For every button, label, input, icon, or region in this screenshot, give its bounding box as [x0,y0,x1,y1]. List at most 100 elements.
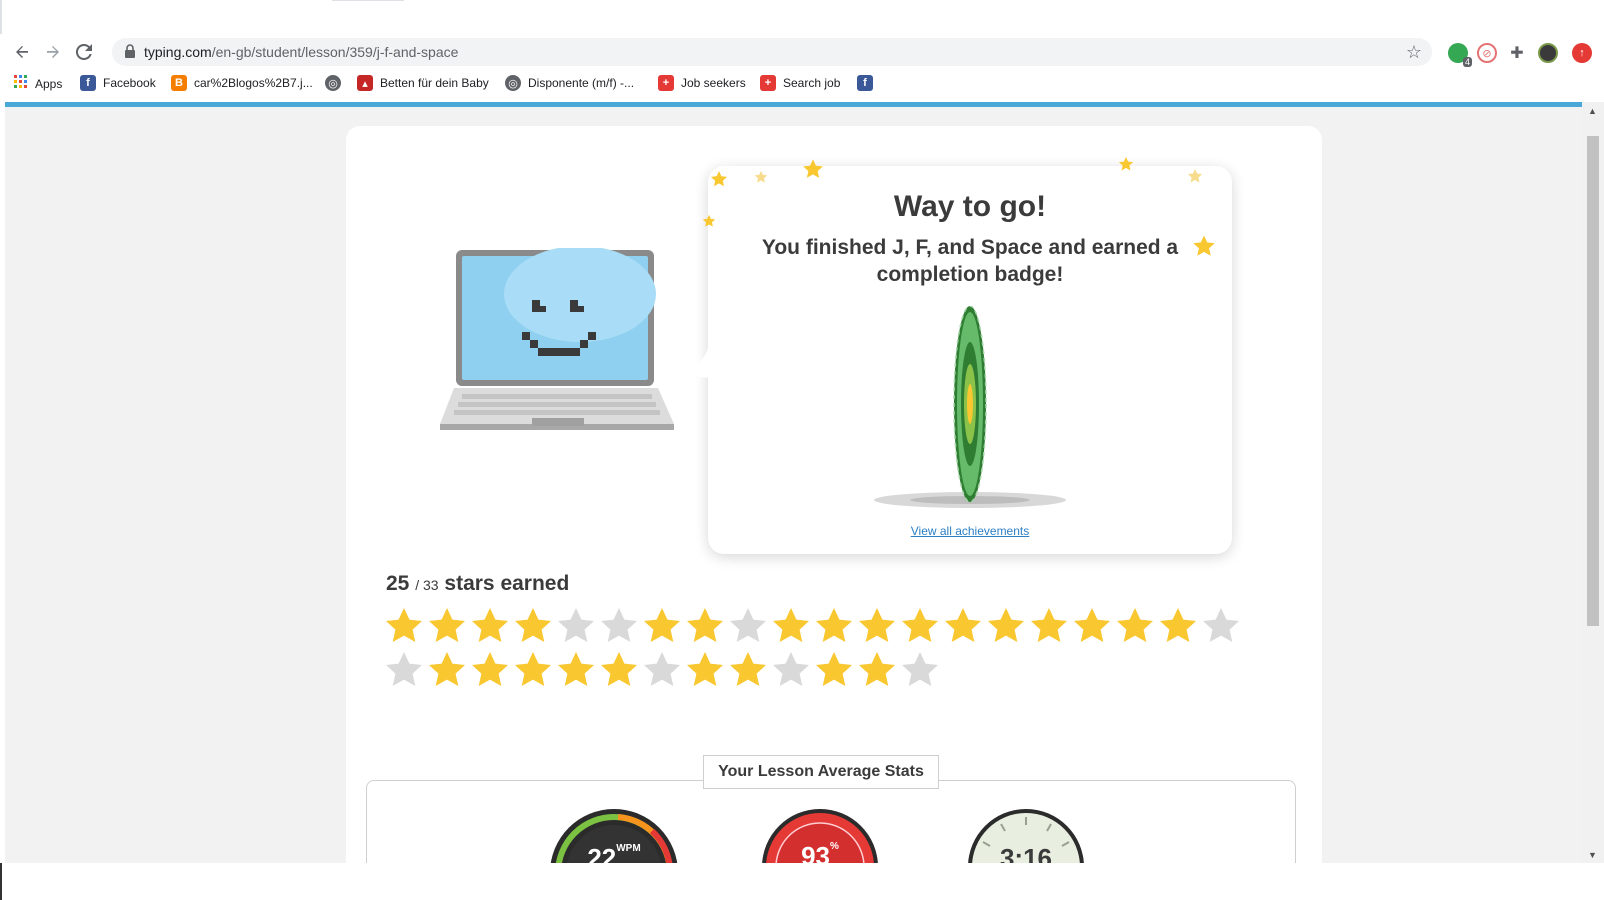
unearned-star-icon [601,608,637,642]
lock-icon[interactable] [124,44,136,63]
bookmark-disponente[interactable]: ◎ Disponente (m/f) -... [505,75,634,91]
time-gauge: 3:16 [966,807,1086,863]
bubble-tail [674,334,710,378]
scrollbar-thumb[interactable] [1587,136,1599,626]
decorative-star-icon [710,171,728,187]
unearned-star-icon [1203,608,1239,642]
earned-star-icon [1160,608,1196,642]
bookmark-star-icon[interactable]: ☆ [1406,42,1422,63]
scroll-down-icon[interactable]: ▼ [1588,850,1597,860]
scroll-up-icon[interactable]: ▲ [1588,106,1597,116]
accuracy-gauge: 93% [760,807,880,863]
active-tab[interactable] [332,0,404,34]
wpm-number: 22 [587,843,617,863]
stars-earned-label: stars earned [444,572,570,595]
earned-star-icon [558,652,594,686]
url-text[interactable]: typing.com/en-gb/student/lesson/359/j-f-… [144,44,458,60]
bookmark-apps[interactable]: Apps [14,75,62,92]
bookmark-label: Betten für dein Baby [380,76,489,90]
bookmark-facebook-2[interactable]: f [857,75,873,91]
bookmarks-bar: Apps f Facebook B car%2Blogos%2B7.j... ◎… [0,68,1604,100]
earned-star-icon [601,652,637,686]
earned-star-icon [859,652,895,686]
extension-badge-count: 4 [1462,57,1472,67]
earned-star-icon [687,608,723,642]
site-icon: ▴ [357,75,373,91]
view-all-achievements-link[interactable]: View all achievements [708,524,1232,538]
time-value: 3:16 [999,843,1053,863]
decorative-star-icon [1187,169,1203,183]
bookmark-blogger[interactable]: B car%2Blogos%2B7.j... [171,75,313,91]
profile-avatar[interactable] [1538,43,1558,63]
bookmark-search-job[interactable]: + Search job [760,75,840,91]
blocker-extension-icon[interactable]: ⊘ [1477,43,1497,63]
earned-star-icon [945,608,981,642]
globe-icon: ◎ [505,75,521,91]
earned-star-icon [1117,608,1153,642]
stats-title: Your Lesson Average Stats [703,755,939,789]
earned-star-icon [472,608,508,642]
window-bottom-edge [0,863,1604,900]
bookmark-label: car%2Blogos%2B7.j... [194,76,313,90]
earned-star-icon [644,608,680,642]
earned-star-icon [687,652,723,686]
completion-badge-icon [874,306,1066,508]
facebook-icon: f [857,75,873,91]
reload-icon[interactable] [72,40,96,64]
unearned-star-icon [386,652,422,686]
address-bar[interactable]: typing.com/en-gb/student/lesson/359/j-f-… [112,38,1432,66]
laptop-mascot-icon [440,248,674,430]
earned-star-icon [1074,608,1110,642]
bookmark-label: Search job [783,76,841,90]
earned-star-icon [773,608,809,642]
wpm-unit: WPM [616,843,641,854]
bookmark-facebook[interactable]: f Facebook [80,75,156,91]
window-edge [0,863,2,900]
page-scrollbar[interactable]: ▲ ▼ [1582,102,1604,863]
earned-star-icon [1031,608,1067,642]
apps-grid-icon [14,75,28,92]
earned-star-icon [988,608,1024,642]
update-icon[interactable]: ↑ [1572,43,1592,63]
bookmark-label: Facebook [103,76,156,90]
accuracy-value: 93% [760,841,880,863]
wpm-gauge: 22WPM [548,807,680,863]
earned-star-icon [472,652,508,686]
bookmark-betten[interactable]: ▴ Betten für dein Baby [357,75,489,91]
bookmark-globe[interactable]: ◎ [325,75,341,91]
forward-icon[interactable] [41,40,65,64]
stars-earned-count: 25 [386,572,410,595]
inactive-tab[interactable] [0,0,330,34]
extension-shield-icon[interactable]: 4 [1448,43,1472,67]
earned-star-icon [816,608,852,642]
completion-message: You finished J, F, and Space and earned … [761,236,1179,286]
bookmark-job-seekers[interactable]: + Job seekers [658,75,746,91]
decorative-star-icon [702,214,716,227]
extensions-puzzle-icon[interactable]: ✚ [1507,43,1527,63]
unearned-star-icon [558,608,594,642]
earned-star-icon [429,608,465,642]
headline: Way to go! [893,190,1047,223]
decorative-star-icon [1193,235,1215,256]
page-viewport: Way to go! You finished J, F, and Space … [5,107,1582,863]
earned-star-icon [730,652,766,686]
blogger-icon: B [171,75,187,91]
stars-total: / 33 [415,577,439,593]
bookmark-label: Apps [35,76,63,91]
earned-star-icon [902,608,938,642]
lesson-complete-card: Way to go! You finished J, F, and Space … [346,126,1322,863]
facebook-icon: f [80,75,96,91]
swiss-shield-icon: + [658,75,674,91]
decorative-star-icon [803,159,823,178]
earned-star-icon [515,608,551,642]
bookmark-label: Job seekers [681,76,746,90]
back-icon[interactable] [10,40,34,64]
achievement-bubble: Way to go! You finished J, F, and Space … [674,157,1232,554]
accuracy-unit: % [830,841,839,852]
earned-star-icon [859,608,895,642]
earned-star-icon [429,652,465,686]
unearned-star-icon [644,652,680,686]
browser-toolbar: typing.com/en-gb/student/lesson/359/j-f-… [0,34,1604,68]
bookmark-label: Disponente (m/f) -... [528,76,635,90]
wpm-value: 22WPM [548,843,680,863]
